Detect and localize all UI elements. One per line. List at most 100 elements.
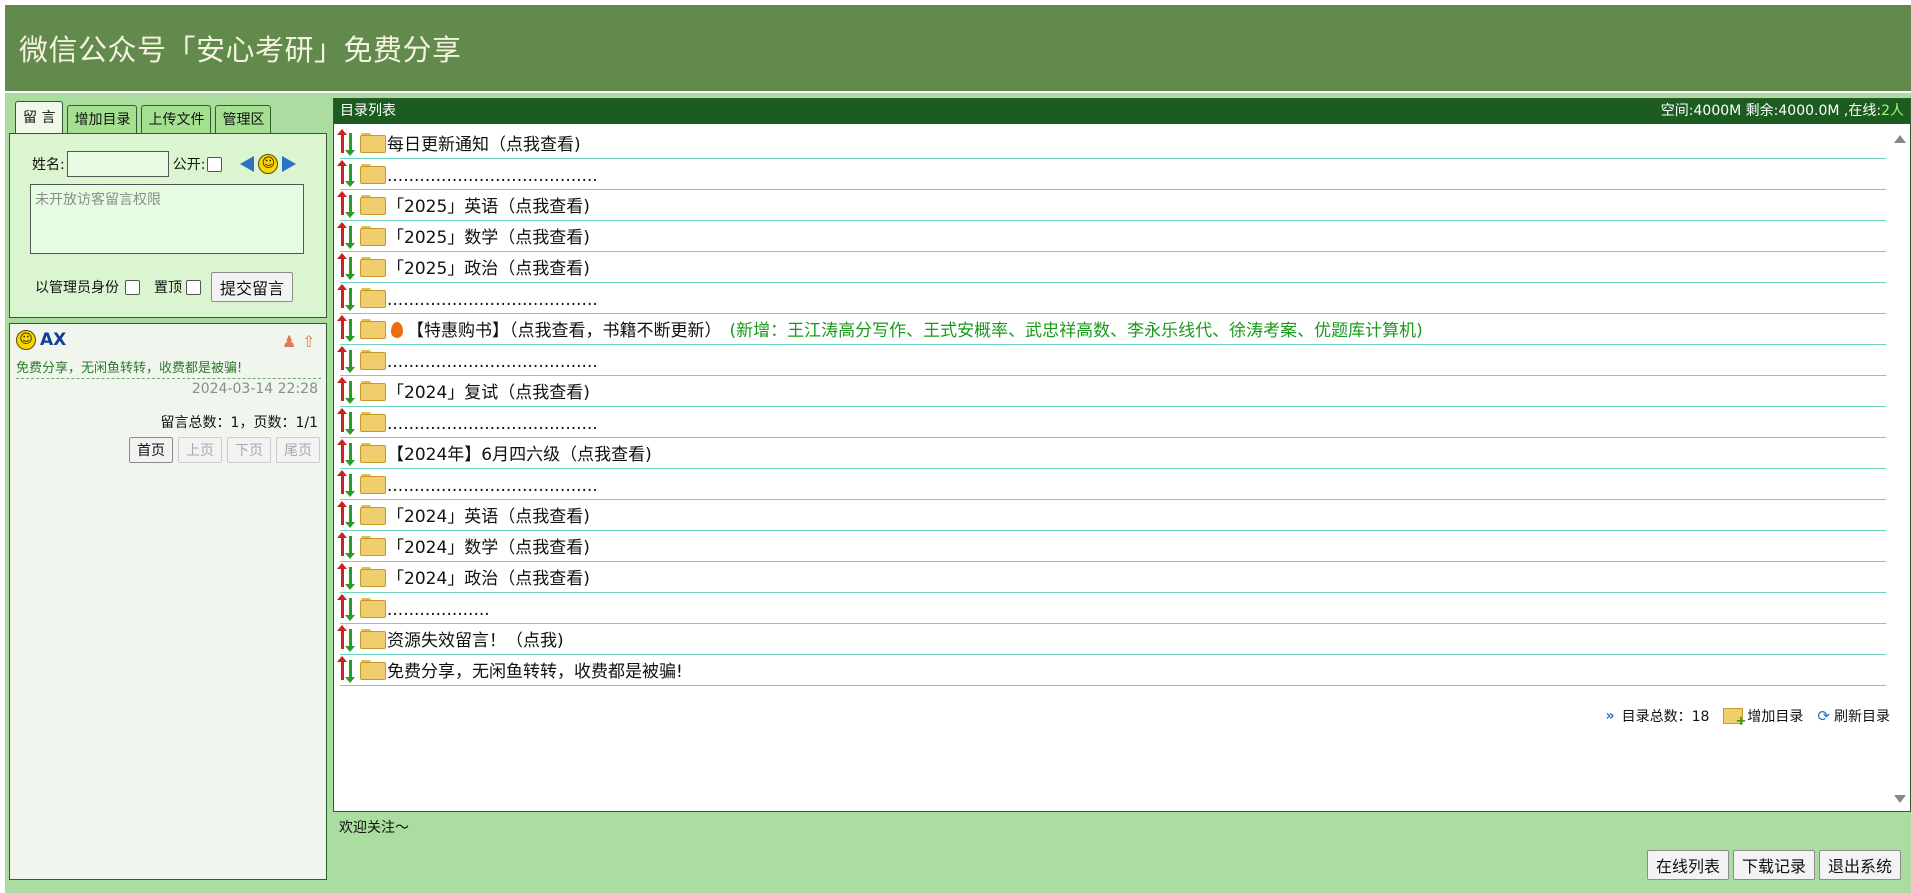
directory-row[interactable]: 每日更新通知（点我查看): [337, 128, 1886, 159]
directory-name[interactable]: 资源失效留言！（点我): [387, 629, 564, 654]
sort-arrows-icon[interactable]: [337, 284, 358, 311]
logout-button[interactable]: 退出系统: [1818, 850, 1901, 880]
name-input[interactable]: [66, 151, 169, 177]
directory-row[interactable]: 「2025」数学（点我查看): [337, 221, 1886, 252]
pin-label: 置顶: [154, 280, 182, 296]
directory-name[interactable]: 【2024年】6月四六级（点我查看): [387, 443, 652, 468]
directory-name[interactable]: 「2025」政治（点我查看): [387, 257, 590, 282]
folder-icon: [360, 195, 386, 215]
directory-name[interactable]: 「2024」政治（点我查看): [387, 567, 590, 592]
directory-row[interactable]: .......................................: [337, 407, 1886, 438]
directory-row[interactable]: .......................................: [337, 159, 1886, 190]
sort-arrows-icon[interactable]: [337, 377, 358, 404]
folder-icon: [360, 319, 386, 339]
pin-checkbox[interactable]: [186, 279, 201, 295]
refresh-directory-link[interactable]: 刷新目录: [1834, 706, 1890, 726]
tab-add-directory[interactable]: 增加目录: [67, 105, 138, 134]
refresh-icon[interactable]: ⟳: [1817, 707, 1830, 725]
folder-icon: [360, 598, 386, 618]
folder-icon: [360, 474, 386, 494]
name-label: 姓名:: [32, 157, 65, 173]
sort-arrows-icon[interactable]: [337, 253, 358, 280]
prev-page-button[interactable]: 上页: [178, 437, 222, 463]
directory-name[interactable]: .......................................: [387, 350, 598, 375]
sort-arrows-icon[interactable]: [337, 222, 358, 249]
public-checkbox[interactable]: [207, 156, 223, 172]
add-directory-link[interactable]: 增加目录: [1747, 706, 1803, 726]
directory-row[interactable]: 「2024」政治（点我查看): [337, 562, 1886, 593]
sort-arrows-icon[interactable]: [337, 594, 358, 621]
directory-row[interactable]: .......................................: [337, 283, 1886, 314]
next-emoji-icon[interactable]: [282, 156, 297, 172]
folder-icon: [360, 505, 386, 525]
directory-row[interactable]: 「2024」数学（点我查看): [337, 531, 1886, 562]
scroll-up-icon[interactable]: [1894, 135, 1906, 143]
space-info: 空间:4000M 剩余:4000.0M ,在线:2人: [1661, 99, 1904, 124]
tab-message[interactable]: 留 言: [15, 101, 64, 134]
directory-row[interactable]: 「2024」复试（点我查看): [337, 376, 1886, 407]
sort-arrows-icon[interactable]: [337, 346, 358, 373]
sort-arrows-icon[interactable]: [337, 501, 358, 528]
directory-name[interactable]: .......................................: [387, 288, 598, 313]
directory-row[interactable]: 【2024年】6月四六级（点我查看): [337, 438, 1886, 469]
folder-icon: [360, 536, 386, 556]
tab-admin[interactable]: 管理区: [215, 105, 272, 134]
admin-checkbox[interactable]: [125, 279, 140, 295]
download-log-button[interactable]: 下载记录: [1732, 850, 1815, 880]
add-folder-icon[interactable]: [1723, 708, 1746, 729]
message-textarea[interactable]: 未开放访客留言权限: [30, 184, 304, 254]
double-chevron-icon: »: [1605, 708, 1615, 724]
directory-name[interactable]: 「2025」英语（点我查看): [387, 195, 590, 220]
directory-name[interactable]: 【特惠购书】（点我查看，书籍不断更新） (新增：王江涛高分写作、王式安概率、武忠祥…: [387, 319, 1423, 344]
directory-row[interactable]: .......................................: [337, 469, 1886, 500]
sort-arrows-icon[interactable]: [337, 470, 358, 497]
message-user: AX: [40, 330, 67, 350]
folder-icon: [360, 629, 386, 649]
directory-name[interactable]: .......................................: [387, 412, 598, 437]
directory-name[interactable]: 「2024」数学（点我查看): [387, 536, 590, 561]
sort-arrows-icon[interactable]: [337, 191, 358, 218]
directory-name[interactable]: ...................: [387, 598, 490, 623]
sort-arrows-icon[interactable]: [337, 160, 358, 187]
sort-arrows-icon[interactable]: [337, 625, 358, 652]
directory-name[interactable]: 每日更新通知（点我查看): [387, 133, 581, 158]
directory-name[interactable]: 「2024」复试（点我查看): [387, 381, 590, 406]
directory-row[interactable]: 「2025」英语（点我查看): [337, 190, 1886, 221]
message-pager: 首页 上页 下页 尾页: [129, 437, 320, 463]
prev-emoji-icon[interactable]: [240, 156, 255, 172]
directory-name[interactable]: 「2025」数学（点我查看): [387, 226, 590, 251]
directory-row[interactable]: 「2025」政治（点我查看): [337, 252, 1886, 283]
next-page-button[interactable]: 下页: [227, 437, 271, 463]
sort-arrows-icon[interactable]: [337, 408, 358, 435]
person-icon[interactable]: ♟: [282, 332, 296, 351]
folder-icon: [360, 164, 386, 184]
first-page-button[interactable]: 首页: [129, 437, 173, 463]
sort-arrows-icon[interactable]: [337, 129, 358, 156]
message-text: 免费分享，无闲鱼转转，收费都是被骗!: [16, 357, 321, 379]
submit-message-button[interactable]: 提交留言: [211, 272, 294, 302]
online-list-button[interactable]: 在线列表: [1646, 850, 1729, 880]
folder-icon: [360, 257, 386, 277]
directory-row[interactable]: 资源失效留言！（点我): [337, 624, 1886, 655]
directory-name[interactable]: .......................................: [387, 164, 598, 189]
directory-name[interactable]: .......................................: [387, 474, 598, 499]
sort-arrows-icon[interactable]: [337, 656, 358, 683]
directory-row[interactable]: 【特惠购书】（点我查看，书籍不断更新） (新增：王江涛高分写作、王式安概率、武忠祥…: [337, 314, 1886, 345]
directory-row[interactable]: .......................................: [337, 345, 1886, 376]
online-count: 2人: [1881, 103, 1904, 119]
sort-arrows-icon[interactable]: [337, 532, 358, 559]
smiley-icon[interactable]: ☺: [258, 154, 279, 174]
sort-arrows-icon[interactable]: [337, 439, 358, 466]
directory-name[interactable]: 免费分享，无闲鱼转转，收费都是被骗!: [387, 660, 683, 685]
scroll-down-icon[interactable]: [1894, 795, 1906, 803]
tab-upload-file[interactable]: 上传文件: [141, 105, 212, 134]
last-page-button[interactable]: 尾页: [276, 437, 320, 463]
directory-title: 目录列表: [340, 103, 396, 119]
directory-row[interactable]: 免费分享，无闲鱼转转，收费都是被骗!: [337, 655, 1886, 686]
directory-name[interactable]: 「2024」英语（点我查看): [387, 505, 590, 530]
sort-arrows-icon[interactable]: [337, 563, 358, 590]
directory-row[interactable]: ...................: [337, 593, 1886, 624]
directory-row[interactable]: 「2024」英语（点我查看): [337, 500, 1886, 531]
sort-arrows-icon[interactable]: [337, 315, 358, 342]
pin-top-icon[interactable]: ⇧: [302, 332, 316, 351]
